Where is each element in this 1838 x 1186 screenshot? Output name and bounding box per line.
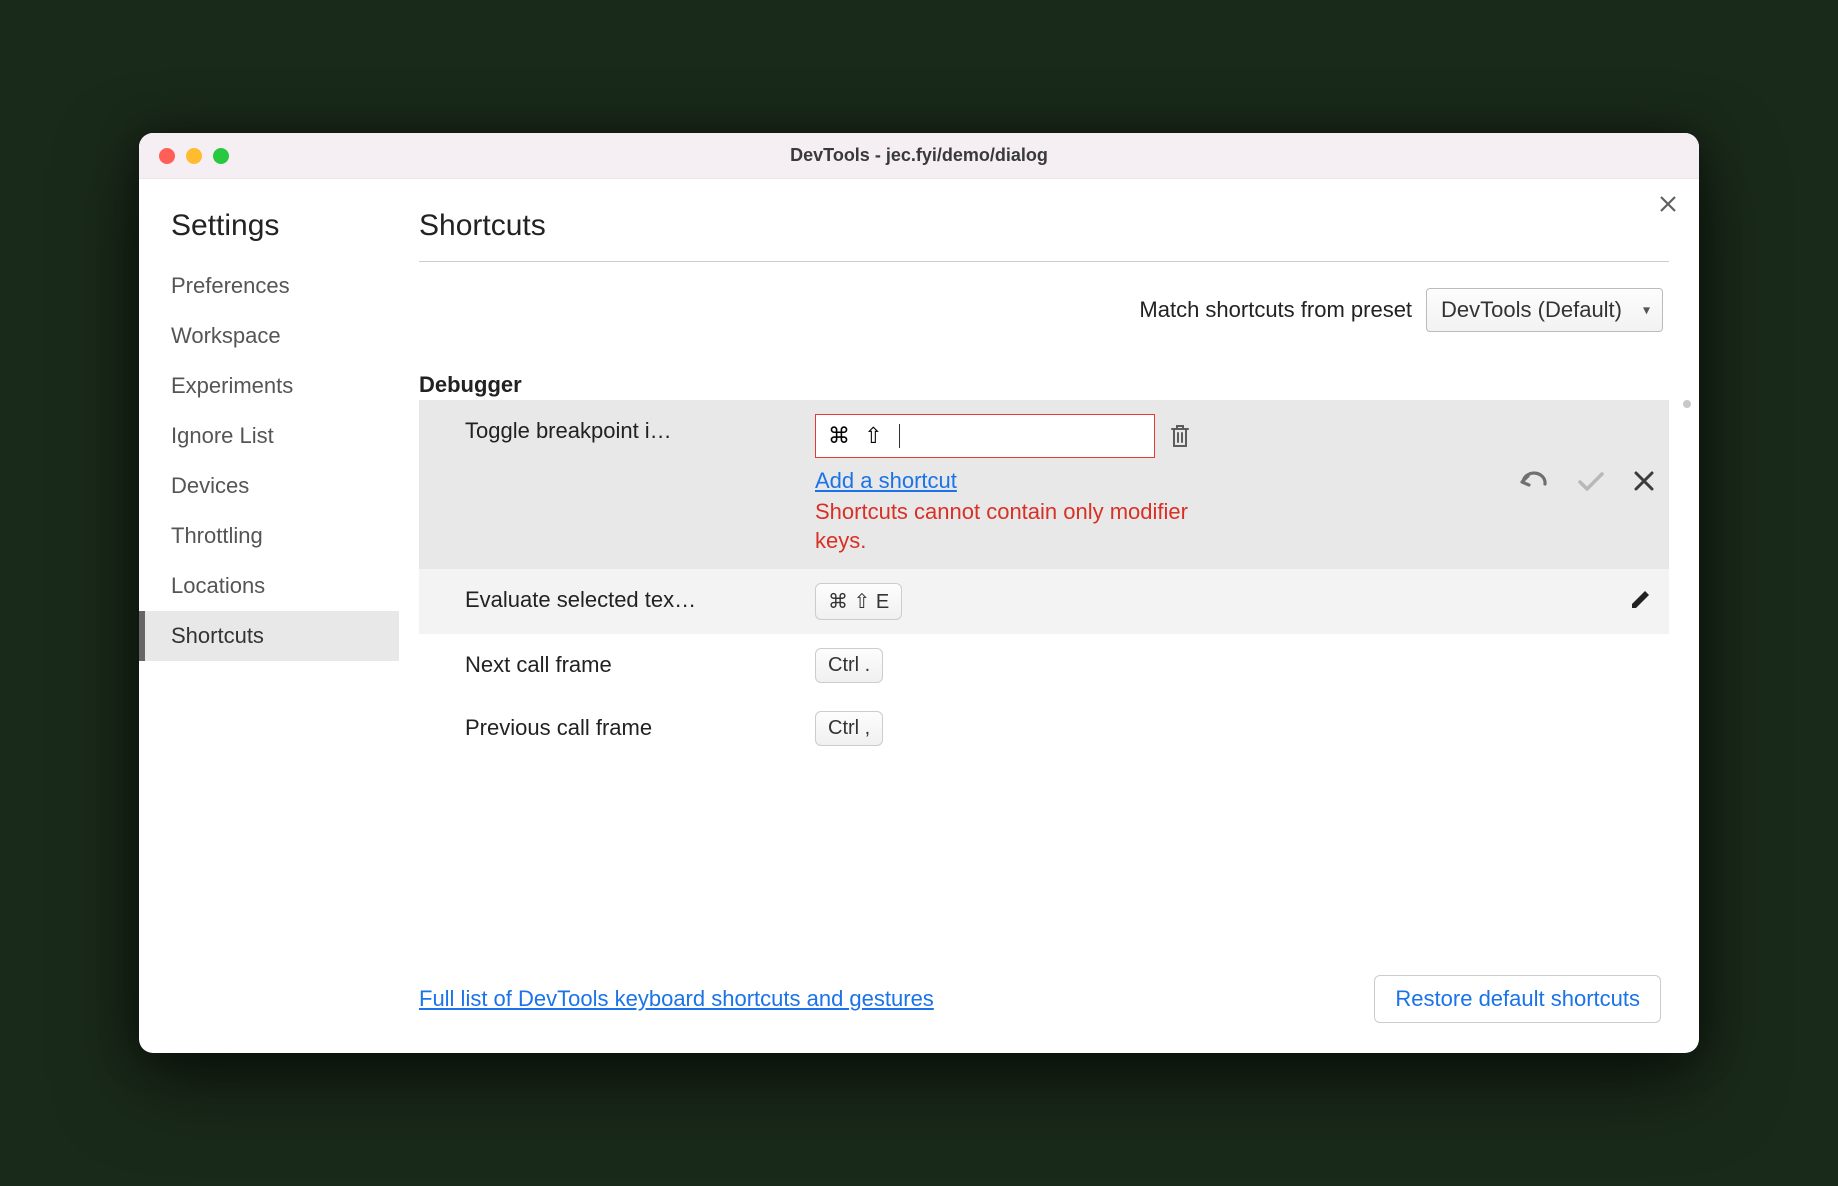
main-content: Shortcuts Match shortcuts from preset De… xyxy=(399,179,1699,1053)
panel-body: Settings Preferences Workspace Experimen… xyxy=(139,179,1699,1053)
close-window-button[interactable] xyxy=(159,148,175,164)
edit-shortcut-button[interactable] xyxy=(1629,583,1659,611)
shortcut-kbd: Ctrl , xyxy=(815,711,883,746)
shortcut-label: Toggle breakpoint i… xyxy=(465,414,805,444)
traffic-lights xyxy=(139,148,229,164)
preset-row: Match shortcuts from preset DevTools (De… xyxy=(419,288,1669,332)
delete-shortcut-button[interactable] xyxy=(1169,423,1191,449)
full-list-link[interactable]: Full list of DevTools keyboard shortcuts… xyxy=(419,986,934,1012)
shortcut-input[interactable]: ⌘ ⇧ xyxy=(815,414,1155,458)
page-title: Shortcuts xyxy=(419,209,1669,261)
maximize-window-button[interactable] xyxy=(213,148,229,164)
sidebar-item-shortcuts[interactable]: Shortcuts xyxy=(139,611,399,661)
confirm-button[interactable] xyxy=(1577,470,1605,492)
sidebar-item-preferences[interactable]: Preferences xyxy=(139,261,399,311)
check-icon xyxy=(1577,470,1605,492)
footer: Full list of DevTools keyboard shortcuts… xyxy=(419,951,1669,1053)
window-title: DevTools - jec.fyi/demo/dialog xyxy=(139,145,1699,166)
sidebar-item-locations[interactable]: Locations xyxy=(139,561,399,611)
add-shortcut-link[interactable]: Add a shortcut xyxy=(815,468,1195,494)
trash-icon xyxy=(1169,423,1191,449)
sidebar-title: Settings xyxy=(139,209,399,261)
preset-label: Match shortcuts from preset xyxy=(1139,297,1412,323)
shortcut-list: Toggle breakpoint i… ⌘ ⇧ xyxy=(419,400,1669,760)
sidebar-item-ignore-list[interactable]: Ignore List xyxy=(139,411,399,461)
undo-icon xyxy=(1519,470,1549,492)
minimize-window-button[interactable] xyxy=(186,148,202,164)
restore-defaults-button[interactable]: Restore default shortcuts xyxy=(1374,975,1661,1023)
shortcut-row: Evaluate selected tex… ⌘ ⇧ E xyxy=(419,569,1669,634)
undo-button[interactable] xyxy=(1519,470,1549,492)
shortcut-row: Next call frame Ctrl . xyxy=(419,634,1669,697)
shortcut-input-value: ⌘ ⇧ xyxy=(828,423,887,449)
scrollbar-thumb[interactable] xyxy=(1683,400,1691,408)
devtools-settings-window: DevTools - jec.fyi/demo/dialog Settings … xyxy=(139,133,1699,1053)
settings-sidebar: Settings Preferences Workspace Experimen… xyxy=(139,179,399,1053)
window-titlebar: DevTools - jec.fyi/demo/dialog xyxy=(139,133,1699,179)
text-cursor xyxy=(899,424,901,448)
shortcut-row-editing: Toggle breakpoint i… ⌘ ⇧ xyxy=(419,400,1669,569)
shortcut-kbd: ⌘ ⇧ E xyxy=(815,583,902,620)
shortcut-kbd: Ctrl . xyxy=(815,648,883,683)
shortcut-label: Evaluate selected tex… xyxy=(465,583,805,613)
shortcut-row: Previous call frame Ctrl , xyxy=(419,697,1669,760)
sidebar-item-throttling[interactable]: Throttling xyxy=(139,511,399,561)
sidebar-item-workspace[interactable]: Workspace xyxy=(139,311,399,361)
section-title: Debugger xyxy=(419,372,1669,398)
sidebar-item-experiments[interactable]: Experiments xyxy=(139,361,399,411)
shortcut-label: Previous call frame xyxy=(465,711,805,741)
preset-select[interactable]: DevTools (Default) xyxy=(1426,288,1663,332)
divider xyxy=(419,261,1669,262)
sidebar-item-devices[interactable]: Devices xyxy=(139,461,399,511)
close-icon xyxy=(1633,470,1655,492)
edit-actions xyxy=(1205,414,1659,492)
cancel-button[interactable] xyxy=(1633,470,1655,492)
preset-value: DevTools (Default) xyxy=(1441,297,1622,322)
pencil-icon xyxy=(1629,587,1653,611)
shortcut-label: Next call frame xyxy=(465,648,805,678)
shortcut-error: Shortcuts cannot contain only modifier k… xyxy=(815,498,1195,555)
